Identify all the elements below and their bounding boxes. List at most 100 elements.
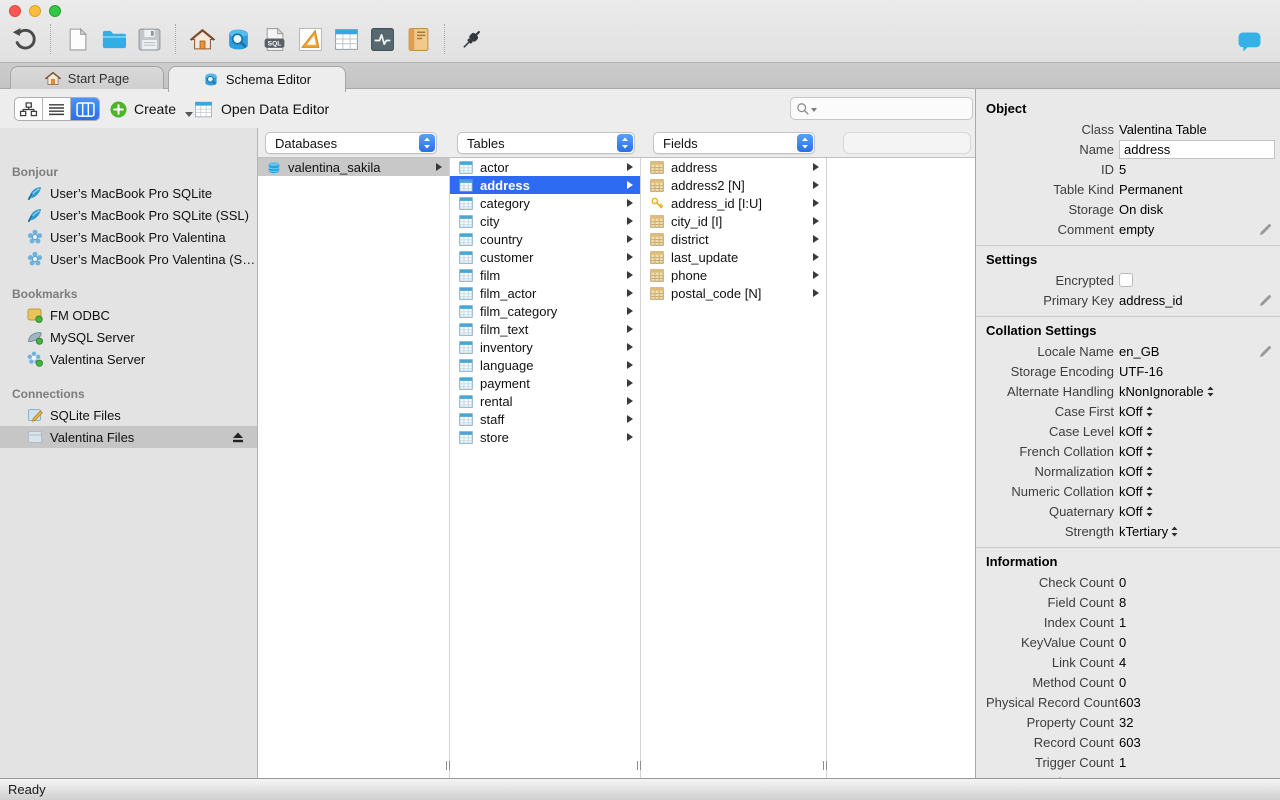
- open-file-button[interactable]: [99, 24, 127, 54]
- schema-editor-button[interactable]: [224, 24, 252, 54]
- zoom-button[interactable]: [49, 5, 61, 17]
- table-row[interactable]: film: [450, 266, 640, 284]
- property-label: Case First: [1054, 403, 1114, 419]
- tree-view-button[interactable]: [15, 98, 43, 120]
- log-viewer-button[interactable]: [404, 24, 432, 54]
- table-row[interactable]: category: [450, 194, 640, 212]
- sidebar-item[interactable]: User’s MacBook Pro Valentina (S…: [0, 248, 257, 270]
- sidebar-item[interactable]: User’s MacBook Pro Valentina: [0, 226, 257, 248]
- value-stepper-icon[interactable]: [1146, 406, 1153, 417]
- edit-pencil-icon[interactable]: [1259, 223, 1272, 236]
- data-editor-button[interactable]: [332, 24, 360, 54]
- table-row[interactable]: store: [450, 428, 640, 446]
- column-splitter-grip[interactable]: [637, 761, 641, 770]
- sidebar-item-label: User’s MacBook Pro SQLite (SSL): [50, 207, 249, 223]
- diagram-editor-button[interactable]: [296, 24, 324, 54]
- field-row[interactable]: district: [641, 230, 826, 248]
- field-row[interactable]: last_update: [641, 248, 826, 266]
- table-row[interactable]: city: [450, 212, 640, 230]
- property-row: Method Count 0: [976, 672, 1280, 692]
- close-button[interactable]: [9, 5, 21, 17]
- table-row[interactable]: address: [450, 176, 640, 194]
- start-page-button[interactable]: [188, 24, 216, 54]
- table-row[interactable]: payment: [450, 374, 640, 392]
- search-input[interactable]: [818, 101, 967, 116]
- table-row[interactable]: inventory: [450, 338, 640, 356]
- table-row[interactable]: film_category: [450, 302, 640, 320]
- field-row[interactable]: phone: [641, 266, 826, 284]
- field-icon: [650, 214, 664, 228]
- table-row[interactable]: film_actor: [450, 284, 640, 302]
- column-splitter-grip[interactable]: [823, 761, 827, 770]
- column-view-button[interactable]: [71, 98, 99, 120]
- edit-pencil-icon[interactable]: [1259, 294, 1272, 307]
- table-row[interactable]: language: [450, 356, 640, 374]
- minimize-button[interactable]: [29, 5, 41, 17]
- value-stepper-icon[interactable]: [1207, 386, 1214, 397]
- field-row[interactable]: address: [641, 158, 826, 176]
- property-row: Table Kind Permanent: [976, 179, 1280, 199]
- undo-icon: [12, 27, 37, 52]
- value-stepper-icon[interactable]: [1146, 506, 1153, 517]
- sidebar-item[interactable]: MySQL Server: [0, 326, 257, 348]
- encrypted-checkbox[interactable]: [1119, 273, 1133, 287]
- disclosure-arrow-icon: [627, 397, 633, 405]
- table-row[interactable]: country: [450, 230, 640, 248]
- sidebar-item[interactable]: Valentina Server: [0, 348, 257, 370]
- table-icon: [459, 394, 473, 408]
- edit-pencil-icon[interactable]: [1259, 345, 1272, 358]
- tab-start-page[interactable]: Start Page: [10, 66, 164, 90]
- save-icon: [137, 27, 162, 52]
- create-button[interactable]: Create: [110, 97, 194, 121]
- value-stepper-icon[interactable]: [1146, 426, 1153, 437]
- property-value: kOff: [1119, 423, 1143, 439]
- sidebar-item[interactable]: SQLite Files: [0, 404, 257, 426]
- value-stepper-icon[interactable]: [1146, 486, 1153, 497]
- sidebar-item[interactable]: User’s MacBook Pro SQLite (SSL): [0, 204, 257, 226]
- search-options-caret-icon[interactable]: [811, 107, 817, 112]
- property-label: Strength: [1064, 523, 1114, 539]
- value-stepper-icon[interactable]: [1171, 526, 1178, 537]
- connect-button[interactable]: [457, 24, 485, 54]
- new-document-button[interactable]: [63, 24, 91, 54]
- disclosure-arrow-icon: [436, 163, 442, 171]
- feedback-bubble-icon[interactable]: [1238, 32, 1261, 52]
- fields-popup[interactable]: Fields: [653, 132, 815, 154]
- search-field[interactable]: [790, 97, 973, 120]
- database-row[interactable]: valentina_sakila: [258, 158, 449, 176]
- tab-schema-editor[interactable]: Schema Editor: [168, 66, 346, 92]
- sidebar-item[interactable]: Valentina Files: [0, 426, 257, 448]
- save-button[interactable]: [135, 24, 163, 54]
- databases-popup[interactable]: Databases: [265, 132, 437, 154]
- value-stepper-icon[interactable]: [1146, 466, 1153, 477]
- field-row[interactable]: postal_code [N]: [641, 284, 826, 302]
- property-label: Link Count: [1051, 654, 1114, 670]
- property-value: 32: [1119, 714, 1134, 730]
- value-stepper-icon[interactable]: [1146, 446, 1153, 457]
- field-row[interactable]: address_id [I:U]: [641, 194, 826, 212]
- field-row[interactable]: city_id [I]: [641, 212, 826, 230]
- name-input[interactable]: [1119, 139, 1275, 159]
- column-splitter-grip[interactable]: [446, 761, 450, 770]
- field-row[interactable]: address2 [N]: [641, 176, 826, 194]
- sidebar-item[interactable]: User’s MacBook Pro SQLite: [0, 182, 257, 204]
- property-row: Encrypted: [976, 270, 1280, 290]
- disclosure-arrow-icon: [627, 235, 633, 243]
- sidebar-item[interactable]: FM ODBC: [0, 304, 257, 326]
- sql-editor-button[interactable]: SQL: [260, 24, 288, 54]
- table-row[interactable]: actor: [450, 158, 640, 176]
- disclosure-arrow-icon: [627, 343, 633, 351]
- tables-popup[interactable]: Tables: [457, 132, 635, 154]
- property-row: Name: [976, 139, 1280, 159]
- list-view-button[interactable]: [43, 98, 71, 120]
- property-label: Class: [1081, 121, 1114, 137]
- open-data-editor-button[interactable]: Open Data Editor: [194, 97, 329, 121]
- disclosure-arrow-icon: [813, 253, 819, 261]
- table-row[interactable]: staff: [450, 410, 640, 428]
- undo-button[interactable]: [10, 24, 38, 54]
- server-monitor-button[interactable]: [368, 24, 396, 54]
- property-value: kNonIgnorable: [1119, 383, 1204, 399]
- table-row[interactable]: rental: [450, 392, 640, 410]
- table-row[interactable]: film_text: [450, 320, 640, 338]
- table-row[interactable]: customer: [450, 248, 640, 266]
